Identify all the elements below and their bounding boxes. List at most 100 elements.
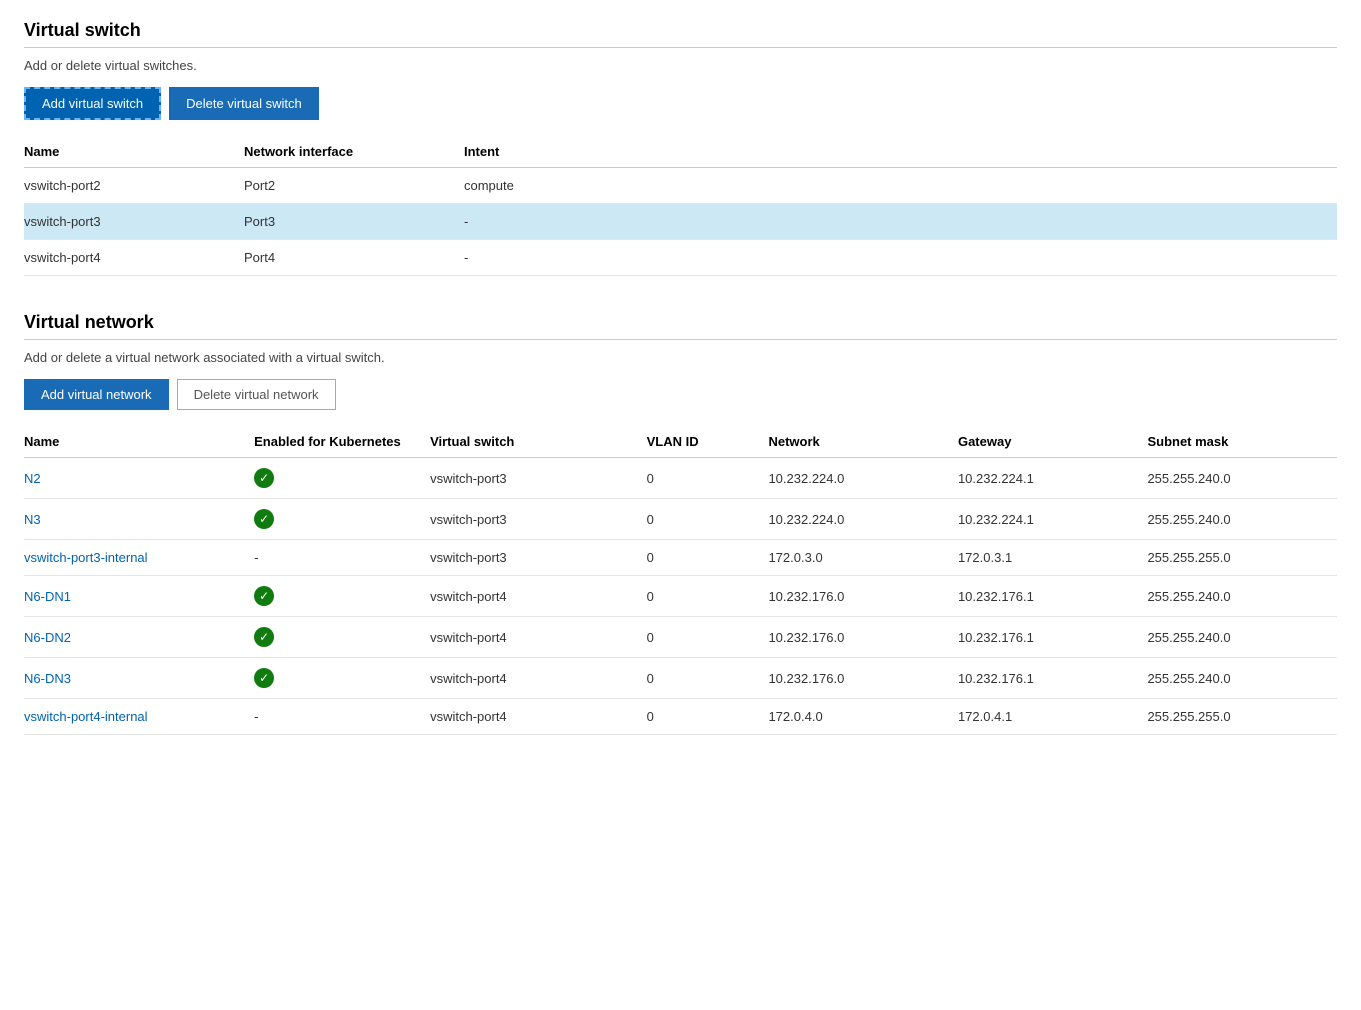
vs-row-intent: - [464,204,1337,240]
vn-row-gateway: 10.232.224.1 [958,458,1148,499]
vn-row-network: 10.232.224.0 [768,499,958,540]
vn-col-subnet: Subnet mask [1147,426,1337,458]
vn-col-k8s: Enabled for Kubernetes [254,426,430,458]
vn-row-k8s: - [254,540,430,576]
vn-row-vlan: 0 [647,540,769,576]
vn-col-network: Network [768,426,958,458]
vn-row-vlan: 0 [647,499,769,540]
vn-row-network: 10.232.176.0 [768,617,958,658]
vs-row-interface: Port2 [244,168,464,204]
vs-col-name: Name [24,136,244,168]
vn-col-name: Name [24,426,254,458]
vn-row-vswitch: vswitch-port4 [430,699,647,735]
vn-row-name-link[interactable]: N6-DN3 [24,671,71,686]
vn-row-vlan: 0 [647,458,769,499]
vn-row-name[interactable]: N6-DN2 [24,617,254,658]
vn-row-network: 172.0.4.0 [768,699,958,735]
vs-row-name: vswitch-port2 [24,168,244,204]
vn-row-name[interactable]: N2 [24,458,254,499]
vn-row-vlan: 0 [647,699,769,735]
vn-row-name-link[interactable]: N6-DN2 [24,630,71,645]
vs-col-intent: Intent [464,136,1337,168]
vn-row-name[interactable]: N6-DN3 [24,658,254,699]
vn-row-vswitch: vswitch-port3 [430,540,647,576]
table-row[interactable]: N6-DN1 ✓ vswitch-port4010.232.176.010.232.… [24,576,1337,617]
vn-row-vswitch: vswitch-port4 [430,576,647,617]
vn-col-gateway: Gateway [958,426,1148,458]
virtual-switch-description: Add or delete virtual switches. [24,58,1337,73]
vn-row-k8s: ✓ [254,617,430,658]
table-row[interactable]: vswitch-port3-internal -vswitch-port30 172… [24,540,1337,576]
vn-row-name-link[interactable]: N2 [24,471,41,486]
vn-row-name-link[interactable]: vswitch-port3-internal [24,550,148,565]
virtual-switch-title: Virtual switch [24,20,1337,41]
check-icon: ✓ [254,509,274,529]
virtual-network-section: Virtual network Add or delete a virtual … [24,312,1337,735]
table-row[interactable]: vswitch-port4Port4- [24,240,1337,276]
check-icon: ✓ [254,627,274,647]
virtual-network-header-row: Name Enabled for Kubernetes Virtual swit… [24,426,1337,458]
vn-row-k8s: - [254,699,430,735]
vn-row-vswitch: vswitch-port3 [430,499,647,540]
virtual-network-table: Name Enabled for Kubernetes Virtual swit… [24,426,1337,735]
vn-row-subnet: 255.255.240.0 [1147,458,1337,499]
table-row[interactable]: vswitch-port3Port3- [24,204,1337,240]
virtual-network-divider [24,339,1337,340]
virtual-network-description: Add or delete a virtual network associat… [24,350,1337,365]
table-row[interactable]: vswitch-port4-internal-vswitch-port40172… [24,699,1337,735]
virtual-switch-btn-group: Add virtual switch Delete virtual switch [24,87,1337,120]
vn-row-subnet: 255.255.240.0 [1147,576,1337,617]
check-icon: ✓ [254,586,274,606]
vn-row-name-link[interactable]: vswitch-port4-internal [24,709,148,724]
table-row[interactable]: N6-DN2✓vswitch-port4010.232.176.010.232.… [24,617,1337,658]
virtual-network-btn-group: Add virtual network Delete virtual netwo… [24,379,1337,410]
vn-row-name-link[interactable]: N6-DN1 [24,589,71,604]
vn-row-name-link[interactable]: N3 [24,512,41,527]
vn-col-vswitch: Virtual switch [430,426,647,458]
vn-row-subnet: 255.255.255.0 [1147,540,1337,576]
vn-row-vswitch: vswitch-port3 [430,458,647,499]
vn-row-name[interactable]: N6-DN1 [24,576,254,617]
vn-row-name[interactable]: vswitch-port4-internal [24,699,254,735]
virtual-network-title: Virtual network [24,312,1337,333]
vn-row-k8s: ✓ [254,458,430,499]
vn-row-vswitch: vswitch-port4 [430,658,647,699]
table-row[interactable]: N6-DN3✓vswitch-port4010.232.176.010.232.… [24,658,1337,699]
delete-virtual-network-button[interactable]: Delete virtual network [177,379,336,410]
vn-row-gateway: 10.232.224.1 [958,499,1148,540]
vn-row-vlan: 0 [647,576,769,617]
virtual-switch-section: Virtual switch Add or delete virtual swi… [24,20,1337,276]
vs-row-interface: Port4 [244,240,464,276]
add-virtual-switch-button[interactable]: Add virtual switch [24,87,161,120]
vs-row-name: vswitch-port4 [24,240,244,276]
delete-virtual-switch-button[interactable]: Delete virtual switch [169,87,319,120]
virtual-switch-header-row: Name Network interface Intent [24,136,1337,168]
vn-row-gateway: 10.232.176.1 [958,658,1148,699]
vn-row-gateway: 10.232.176.1 [958,617,1148,658]
vs-row-intent: - [464,240,1337,276]
vs-col-netif: Network interface [244,136,464,168]
vn-row-name[interactable]: vswitch-port3-internal [24,540,254,576]
vn-row-subnet: 255.255.240.0 [1147,617,1337,658]
vn-col-vlan: VLAN ID [647,426,769,458]
vs-row-intent: compute [464,168,1337,204]
vn-row-gateway: 10.232.176.1 [958,576,1148,617]
vn-row-subnet: 255.255.255.0 [1147,699,1337,735]
vs-row-name: vswitch-port3 [24,204,244,240]
vn-row-network: 10.232.224.0 [768,458,958,499]
vn-row-k8s: ✓ [254,576,430,617]
vn-row-subnet: 255.255.240.0 [1147,658,1337,699]
vn-row-name[interactable]: N3 [24,499,254,540]
vn-row-network: 10.232.176.0 [768,576,958,617]
vn-row-vswitch: vswitch-port4 [430,617,647,658]
check-icon: ✓ [254,468,274,488]
add-virtual-network-button[interactable]: Add virtual network [24,379,169,410]
table-row[interactable]: N2 ✓ vswitch-port3010.232.224.010.232.224.… [24,458,1337,499]
vn-row-gateway: 172.0.4.1 [958,699,1148,735]
vn-row-subnet: 255.255.240.0 [1147,499,1337,540]
vn-row-vlan: 0 [647,658,769,699]
vn-row-network: 10.232.176.0 [768,658,958,699]
table-row[interactable]: vswitch-port2Port2compute [24,168,1337,204]
table-row[interactable]: N3 ✓ vswitch-port3010.232.224.010.232.224.… [24,499,1337,540]
vn-row-gateway: 172.0.3.1 [958,540,1148,576]
